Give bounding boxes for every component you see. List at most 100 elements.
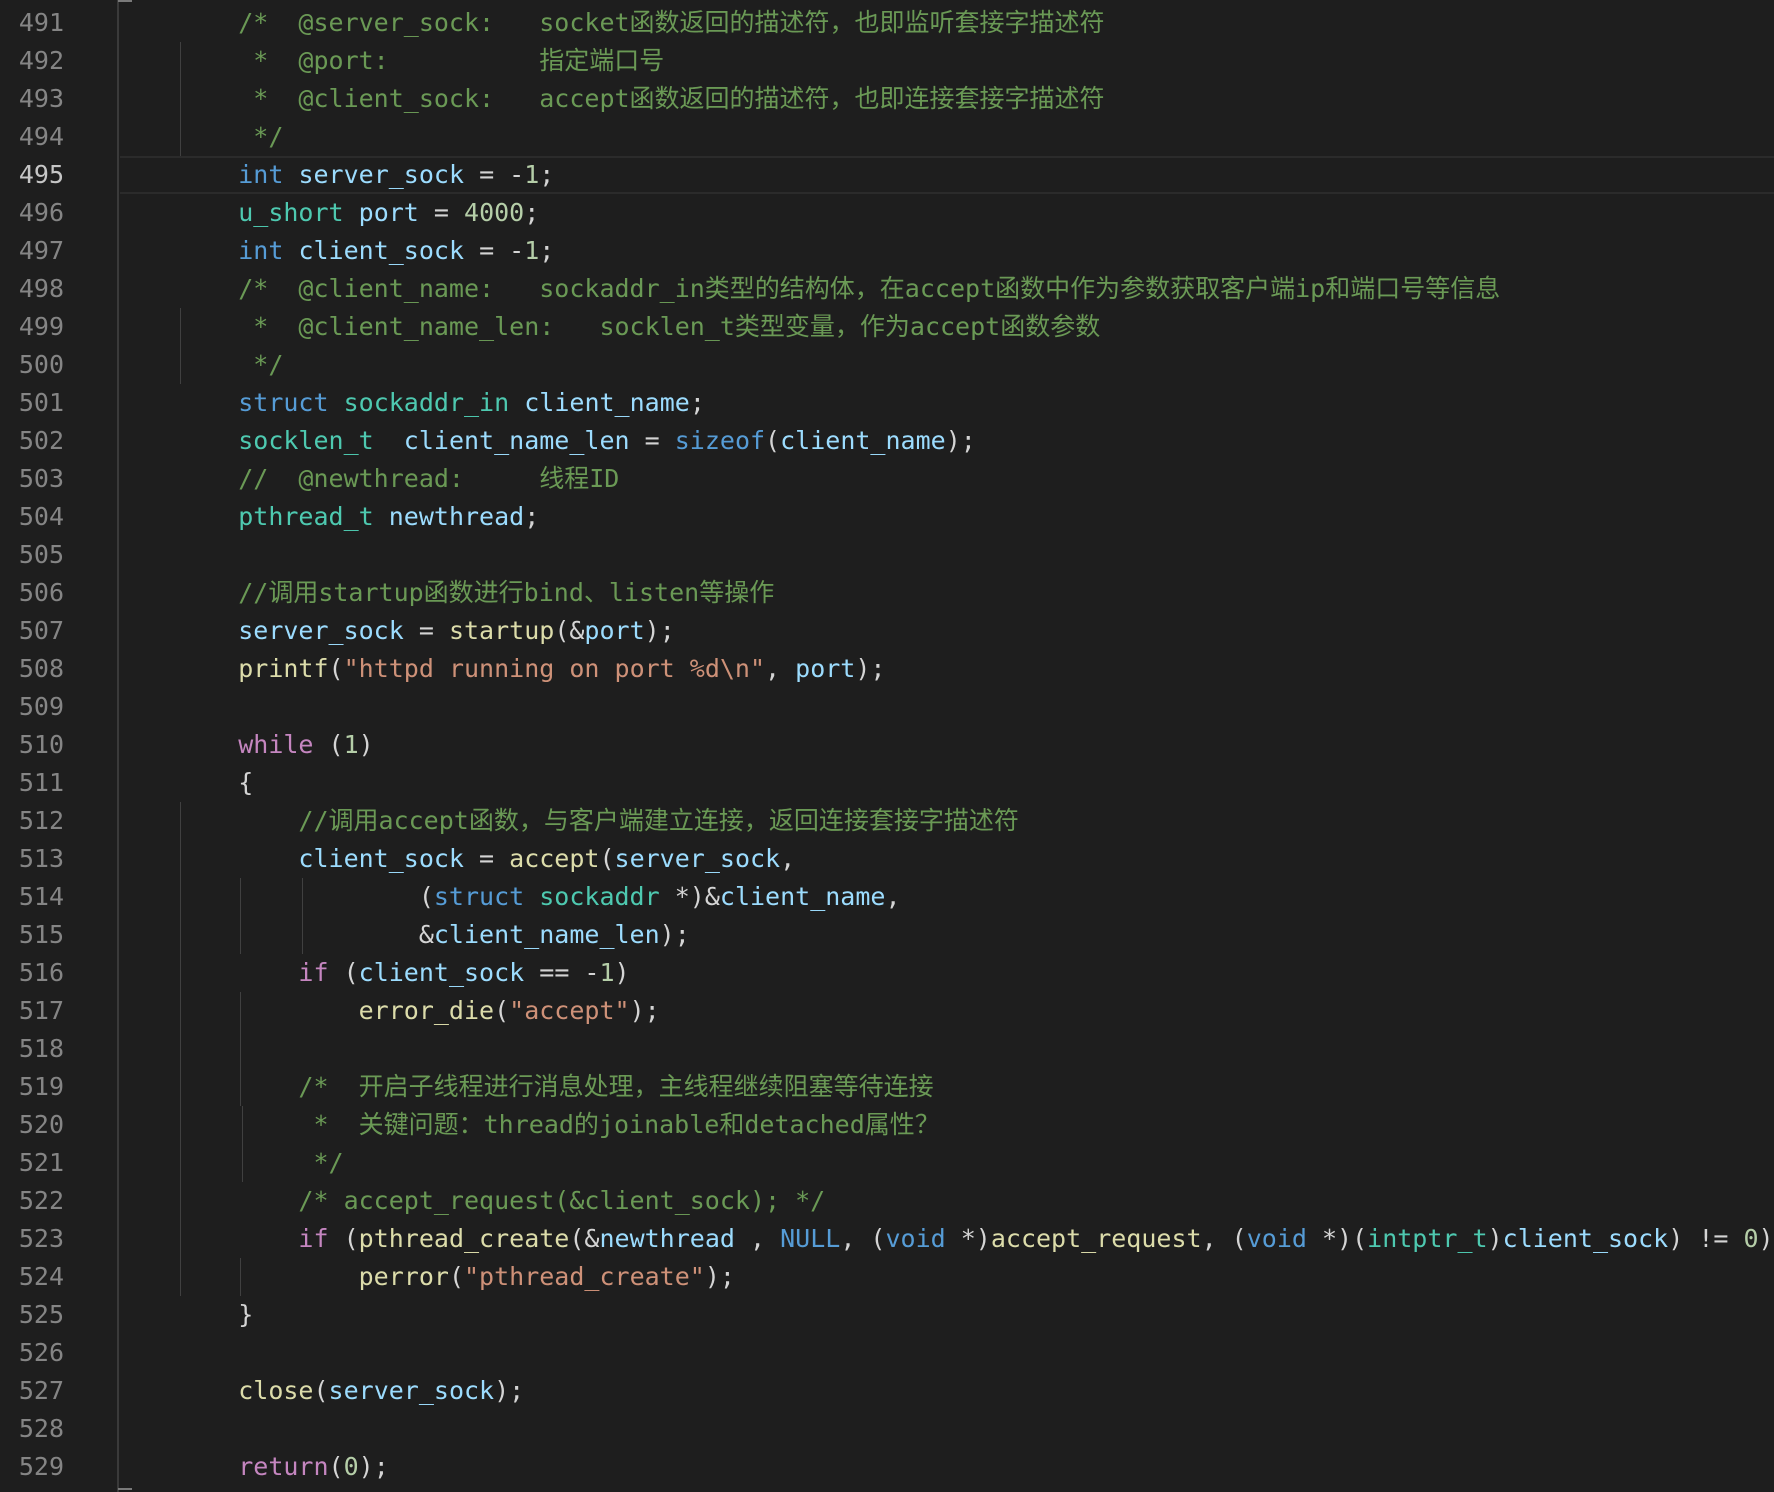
code-token: socklen_t bbox=[238, 426, 374, 455]
code-line[interactable]: 527 close(server_sock); bbox=[0, 1372, 1774, 1410]
code-token: server_sock bbox=[298, 160, 465, 189]
code-line[interactable]: 518 bbox=[0, 1030, 1774, 1068]
code-token: client_sock bbox=[358, 958, 525, 987]
code-token: & bbox=[178, 920, 434, 949]
code-line[interactable]: 521 */ bbox=[0, 1144, 1774, 1182]
code-line[interactable]: 513 client_sock = accept(server_sock, bbox=[0, 840, 1774, 878]
code-line[interactable]: 507 server_sock = startup(&port); bbox=[0, 612, 1774, 650]
line-code[interactable]: /* 开启子线程进行消息处理，主线程继续阻塞等待连接 bbox=[178, 1068, 934, 1106]
code-line[interactable]: 493 * @client_sock: accept函数返回的描述符，也即连接套… bbox=[0, 80, 1774, 118]
code-line[interactable]: 517 error_die("accept"); bbox=[0, 992, 1774, 1030]
line-code[interactable]: printf("httpd running on port %d\n", por… bbox=[178, 650, 885, 688]
fold-marker-bottom[interactable] bbox=[118, 1488, 132, 1490]
code-lines[interactable]: 491 /* @server_sock: socket函数返回的描述符，也即监听… bbox=[0, 4, 1774, 1486]
code-line[interactable]: 496 u_short port = 4000; bbox=[0, 194, 1774, 232]
code-line[interactable]: 502 socklen_t client_name_len = sizeof(c… bbox=[0, 422, 1774, 460]
code-line[interactable]: 500 */ bbox=[0, 346, 1774, 384]
code-line[interactable]: 524 perror("pthread_create"); bbox=[0, 1258, 1774, 1296]
code-line[interactable]: 495 int server_sock = -1; bbox=[0, 156, 1774, 194]
line-number: 498 bbox=[18, 274, 64, 303]
code-line[interactable]: 491 /* @server_sock: socket函数返回的描述符，也即监听… bbox=[0, 4, 1774, 42]
code-line[interactable]: 520 * 关键问题：thread的joinable和detached属性？ bbox=[0, 1106, 1774, 1144]
line-code[interactable]: { bbox=[178, 764, 253, 802]
code-line[interactable]: 506 //调用startup函数进行bind、listen等操作 bbox=[0, 574, 1774, 612]
line-code[interactable]: /* @client_name: sockaddr_in类型的结构体，在acce… bbox=[178, 270, 1500, 308]
code-line[interactable]: 515 &client_name_len); bbox=[0, 916, 1774, 954]
code-line[interactable]: 523 if (pthread_create(&newthread , NULL… bbox=[0, 1220, 1774, 1258]
code-line[interactable]: 526 bbox=[0, 1334, 1774, 1372]
code-token: ( bbox=[313, 1376, 329, 1405]
line-code[interactable]: error_die("accept"); bbox=[178, 992, 660, 1030]
fold-marker-top[interactable] bbox=[118, 0, 132, 2]
code-line[interactable]: 511 { bbox=[0, 764, 1774, 802]
code-line[interactable]: 498 /* @client_name: sockaddr_in类型的结构体，在… bbox=[0, 270, 1774, 308]
code-line[interactable]: 516 if (client_sock == -1) bbox=[0, 954, 1774, 992]
code-token: 1 bbox=[524, 160, 540, 189]
code-line[interactable]: 492 * @port: 指定端口号 bbox=[0, 42, 1774, 80]
code-line[interactable]: 522 /* accept_request(&client_sock); */ bbox=[0, 1182, 1774, 1220]
line-code[interactable]: * @client_sock: accept函数返回的描述符，也即连接套接字描述… bbox=[178, 80, 1104, 118]
code-line[interactable]: 514 (struct sockaddr *)&client_name, bbox=[0, 878, 1774, 916]
code-line[interactable]: 519 /* 开启子线程进行消息处理，主线程继续阻塞等待连接 bbox=[0, 1068, 1774, 1106]
line-code[interactable]: while (1) bbox=[178, 726, 374, 764]
line-number: 504 bbox=[18, 502, 64, 531]
line-code[interactable]: //调用accept函数，与客户端建立连接，返回连接套接字描述符 bbox=[178, 802, 1018, 840]
line-number: 503 bbox=[18, 464, 64, 493]
line-number: 499 bbox=[18, 312, 64, 341]
code-line[interactable]: 497 int client_sock = -1; bbox=[0, 232, 1774, 270]
line-code[interactable]: return(0); bbox=[178, 1448, 389, 1486]
line-code[interactable]: &client_name_len); bbox=[178, 916, 690, 954]
line-code[interactable]: */ bbox=[178, 1144, 343, 1182]
line-code[interactable]: * @port: 指定端口号 bbox=[178, 42, 664, 80]
code-line[interactable]: 509 bbox=[0, 688, 1774, 726]
code-token: NULL bbox=[780, 1224, 841, 1253]
line-code[interactable]: } bbox=[178, 1296, 253, 1334]
line-code[interactable]: u_short port = 4000; bbox=[178, 194, 539, 232]
line-code[interactable]: /* @server_sock: socket函数返回的描述符，也即监听套接字描… bbox=[178, 4, 1104, 42]
code-line[interactable]: 505 bbox=[0, 536, 1774, 574]
line-code[interactable]: pthread_t newthread; bbox=[178, 498, 539, 536]
code-line[interactable]: 503 // @newthread: 线程ID bbox=[0, 460, 1774, 498]
line-code[interactable]: client_sock = accept(server_sock, bbox=[178, 840, 795, 878]
code-line[interactable]: 528 bbox=[0, 1410, 1774, 1448]
line-code[interactable]: perror("pthread_create"); bbox=[178, 1258, 735, 1296]
line-code[interactable]: if (pthread_create(&newthread , NULL, (v… bbox=[178, 1220, 1773, 1258]
line-code[interactable]: close(server_sock); bbox=[178, 1372, 524, 1410]
code-line[interactable]: 512 //调用accept函数，与客户端建立连接，返回连接套接字描述符 bbox=[0, 802, 1774, 840]
line-code[interactable]: * @client_name_len: socklen_t类型变量，作为acce… bbox=[178, 308, 1100, 346]
line-number: 506 bbox=[18, 578, 64, 607]
code-line[interactable]: 501 struct sockaddr_in client_name; bbox=[0, 384, 1774, 422]
line-code[interactable]: // @newthread: 线程ID bbox=[178, 460, 619, 498]
code-token: int bbox=[238, 236, 284, 265]
line-code[interactable]: server_sock = startup(&port); bbox=[178, 612, 675, 650]
code-line[interactable]: 525 } bbox=[0, 1296, 1774, 1334]
line-code[interactable]: if (client_sock == -1) bbox=[178, 954, 629, 992]
code-token: , bbox=[885, 882, 901, 911]
line-code[interactable]: struct sockaddr_in client_name; bbox=[178, 384, 705, 422]
code-line[interactable]: 499 * @client_name_len: socklen_t类型变量，作为… bbox=[0, 308, 1774, 346]
line-code[interactable]: int server_sock = -1; bbox=[178, 156, 554, 194]
line-code[interactable]: (struct sockaddr *)&client_name, bbox=[178, 878, 901, 916]
code-editor[interactable]: 491 /* @server_sock: socket函数返回的描述符，也即监听… bbox=[0, 0, 1774, 1492]
line-code[interactable]: /* accept_request(&client_sock); */ bbox=[178, 1182, 825, 1220]
code-token: ( bbox=[494, 996, 510, 1025]
code-line[interactable]: 529 return(0); bbox=[0, 1448, 1774, 1486]
code-line[interactable]: 510 while (1) bbox=[0, 726, 1774, 764]
line-code[interactable]: */ bbox=[178, 118, 283, 156]
code-line[interactable]: 508 printf("httpd running on port %d\n",… bbox=[0, 650, 1774, 688]
code-token: ; bbox=[524, 198, 540, 227]
line-code[interactable]: //调用startup函数进行bind、listen等操作 bbox=[178, 574, 774, 612]
line-code[interactable]: * 关键问题：thread的joinable和detached属性？ bbox=[178, 1106, 939, 1144]
line-code[interactable]: */ bbox=[178, 346, 283, 384]
line-code[interactable]: socklen_t client_name_len = sizeof(clien… bbox=[178, 422, 976, 460]
code-line[interactable]: 494 */ bbox=[0, 118, 1774, 156]
line-code[interactable]: int client_sock = -1; bbox=[178, 232, 554, 270]
code-token: /* 开启子线程进行消息处理，主线程继续阻塞等待连接 bbox=[298, 1072, 934, 1101]
code-line[interactable]: 504 pthread_t newthread; bbox=[0, 498, 1774, 536]
